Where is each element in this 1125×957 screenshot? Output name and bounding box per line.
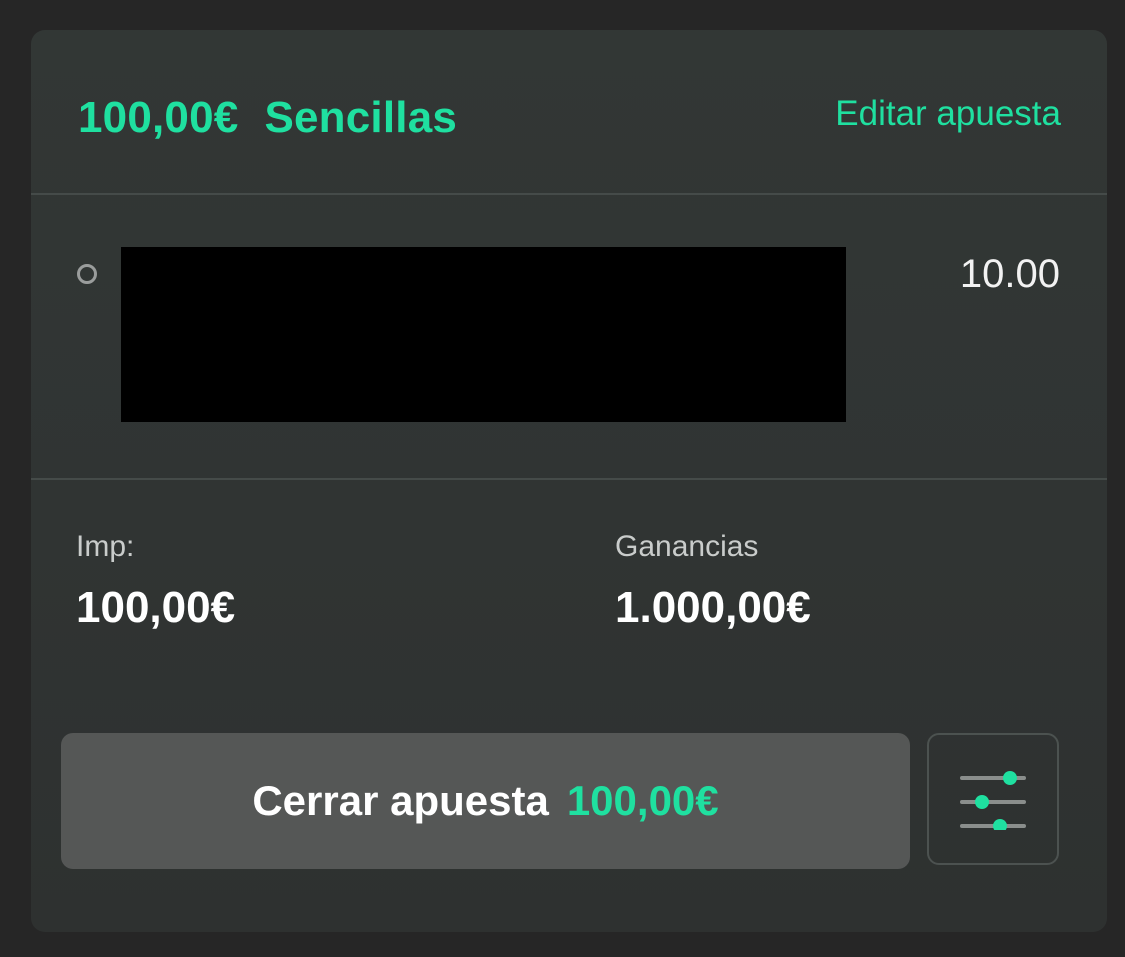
- settings-button[interactable]: [927, 733, 1059, 865]
- selection-odds: 10.00: [959, 252, 1060, 296]
- divider: [31, 193, 1107, 195]
- sliders-icon: [960, 771, 1026, 830]
- stake-value: 100,00€: [76, 583, 236, 632]
- divider: [31, 478, 1107, 480]
- winnings-value: 1.000,00€: [615, 583, 811, 632]
- cashout-button[interactable]: Cerrar apuesta 100,00€: [61, 733, 910, 869]
- redacted-selection-details: [121, 247, 846, 422]
- bet-type: Sencillas: [264, 93, 458, 142]
- edit-bet-link[interactable]: Editar apuesta: [835, 94, 1061, 134]
- stake-label: Imp:: [76, 530, 135, 563]
- bet-card: 100,00€ Sencillas Editar apuesta 10.00 Im…: [31, 30, 1107, 932]
- cashout-amount: 100,00€: [566, 777, 719, 824]
- bet-header: 100,00€ Sencillas Editar apuesta: [31, 30, 1107, 194]
- cashout-label: Cerrar apuesta: [252, 777, 549, 824]
- bet-summary: 100,00€ Sencillas: [78, 93, 457, 143]
- stake-amount: 100,00€: [78, 93, 239, 142]
- winnings-label: Ganancias: [615, 530, 759, 563]
- selection-status-icon: [77, 264, 97, 284]
